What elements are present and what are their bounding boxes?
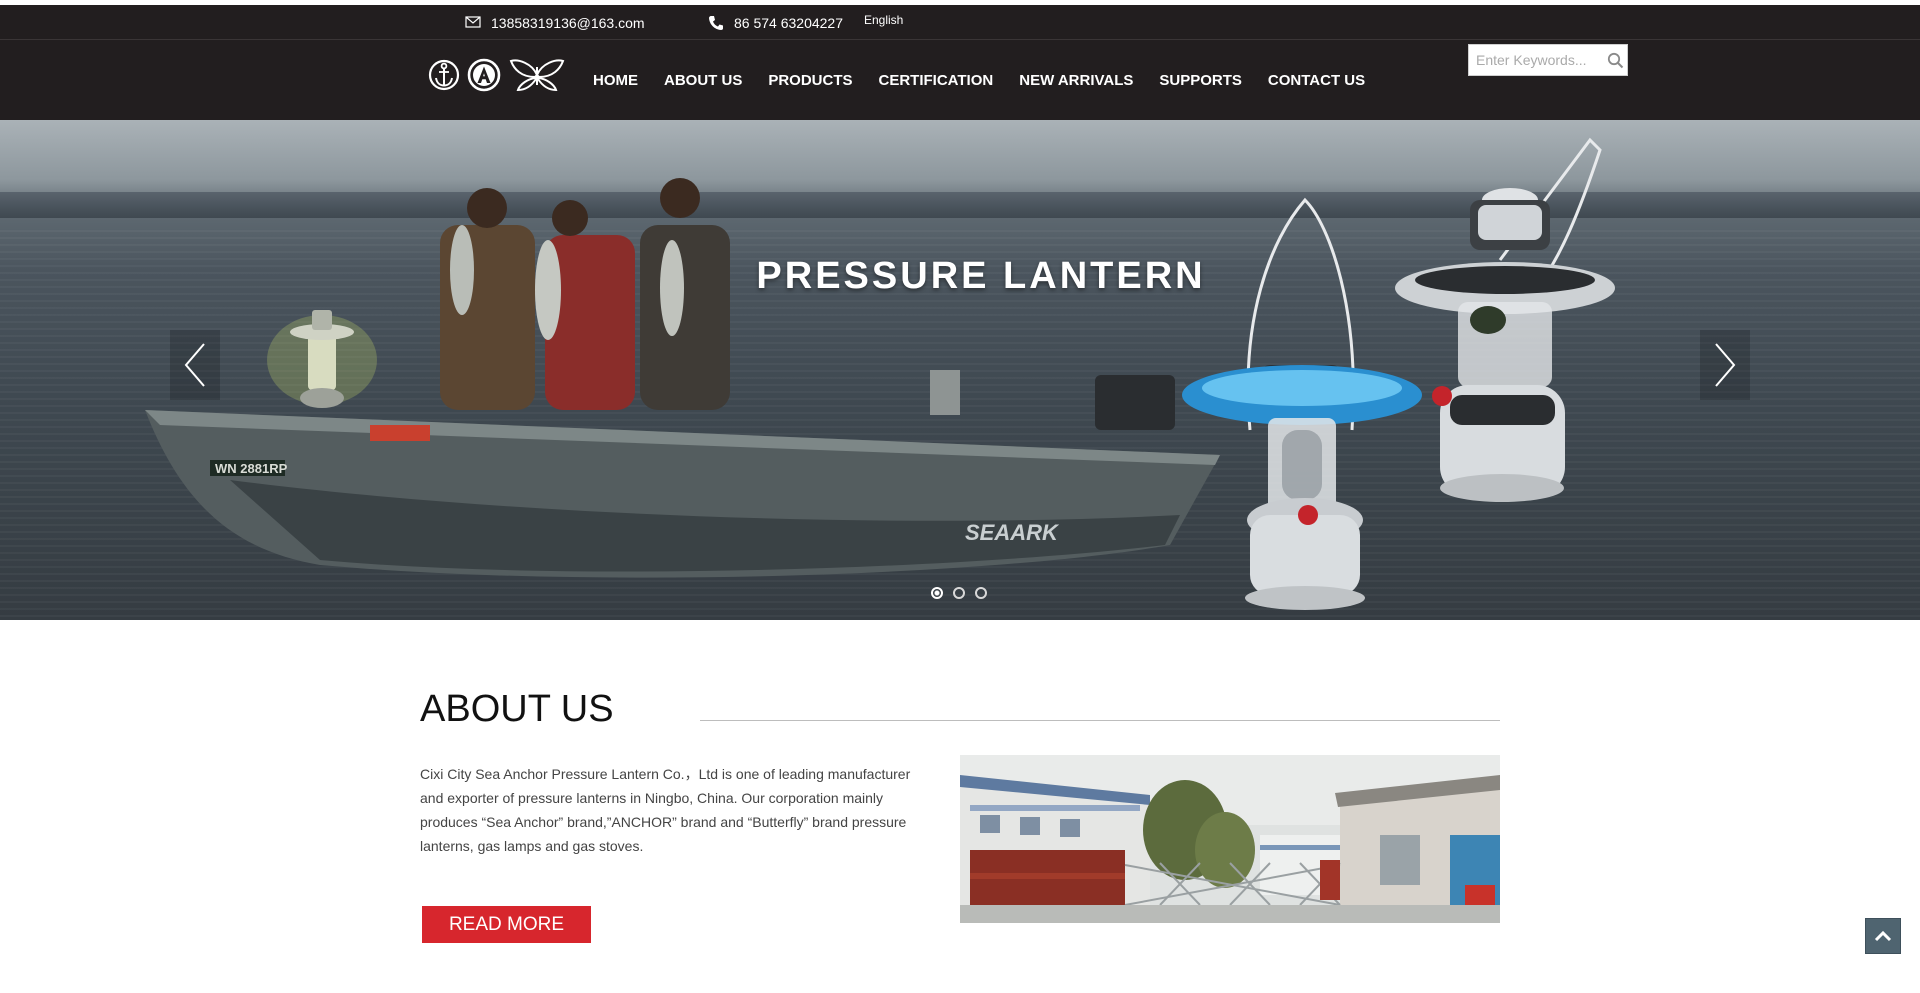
main-nav: HOME ABOUT US PRODUCTS CERTIFICATION NEW… bbox=[580, 40, 1378, 120]
nav-contact-us[interactable]: CONTACT US bbox=[1268, 72, 1365, 89]
nav-about-us[interactable]: ABOUT US bbox=[664, 72, 742, 89]
circled-a-icon bbox=[466, 57, 502, 98]
slider-next-button[interactable] bbox=[1700, 330, 1750, 400]
contact-phone[interactable]: 86 574 63204227 bbox=[708, 15, 843, 31]
factory-photo bbox=[960, 755, 1500, 923]
chevron-up-icon bbox=[1874, 930, 1892, 942]
top-contact-bar: 13858319136@163.com 86 574 63204227 Engl… bbox=[0, 0, 1920, 40]
email-text[interactable]: 13858319136@163.com bbox=[491, 15, 645, 31]
envelope-icon bbox=[465, 15, 483, 31]
about-heading: ABOUT US bbox=[420, 688, 614, 730]
slider-dot-3[interactable] bbox=[975, 587, 987, 599]
slider-dot-2[interactable] bbox=[953, 587, 965, 599]
nav-supports[interactable]: SUPPORTS bbox=[1159, 72, 1242, 89]
slider-dot-1[interactable] bbox=[931, 587, 943, 599]
hero-image: WN 2881RP SEAARK bbox=[145, 137, 1615, 610]
chrome-lantern bbox=[1395, 137, 1615, 502]
main-header: HOME ABOUT US PRODUCTS CERTIFICATION NEW… bbox=[0, 40, 1920, 120]
nav-products[interactable]: PRODUCTS bbox=[768, 72, 852, 89]
boat-brand: SEAARK bbox=[965, 520, 1060, 545]
chevron-left-icon bbox=[184, 343, 205, 387]
hero-slider: WN 2881RP SEAARK PRESSURE LANTERN bbox=[0, 120, 1920, 620]
back-to-top-button[interactable] bbox=[1865, 918, 1901, 954]
about-description: Cixi City Sea Anchor Pressure Lantern Co… bbox=[420, 766, 911, 854]
search-input[interactable] bbox=[1476, 46, 1604, 74]
slider-pagination bbox=[931, 587, 987, 599]
anchor-icon bbox=[428, 57, 460, 98]
contact-email[interactable]: 13858319136@163.com bbox=[465, 15, 645, 31]
phone-icon bbox=[708, 15, 726, 31]
boat-lantern bbox=[267, 310, 377, 408]
butterfly-icon bbox=[508, 57, 566, 98]
slider-prev-button[interactable] bbox=[170, 330, 220, 400]
search-icon[interactable] bbox=[1604, 49, 1626, 71]
phone-text: 86 574 63204227 bbox=[734, 15, 843, 31]
hero-title: PRESSURE LANTERN bbox=[756, 255, 1206, 297]
search-box bbox=[1468, 44, 1628, 76]
read-more-button[interactable]: READ MORE bbox=[422, 906, 591, 943]
nav-new-arrivals[interactable]: NEW ARRIVALS bbox=[1019, 72, 1133, 89]
language-selector[interactable]: English bbox=[864, 13, 903, 27]
about-divider bbox=[700, 720, 1500, 721]
chevron-right-icon bbox=[1715, 343, 1736, 387]
nav-certification[interactable]: CERTIFICATION bbox=[879, 72, 994, 89]
site-logo[interactable] bbox=[428, 57, 566, 98]
boat-registration: WN 2881RP bbox=[215, 461, 288, 476]
nav-home[interactable]: HOME bbox=[593, 72, 638, 89]
